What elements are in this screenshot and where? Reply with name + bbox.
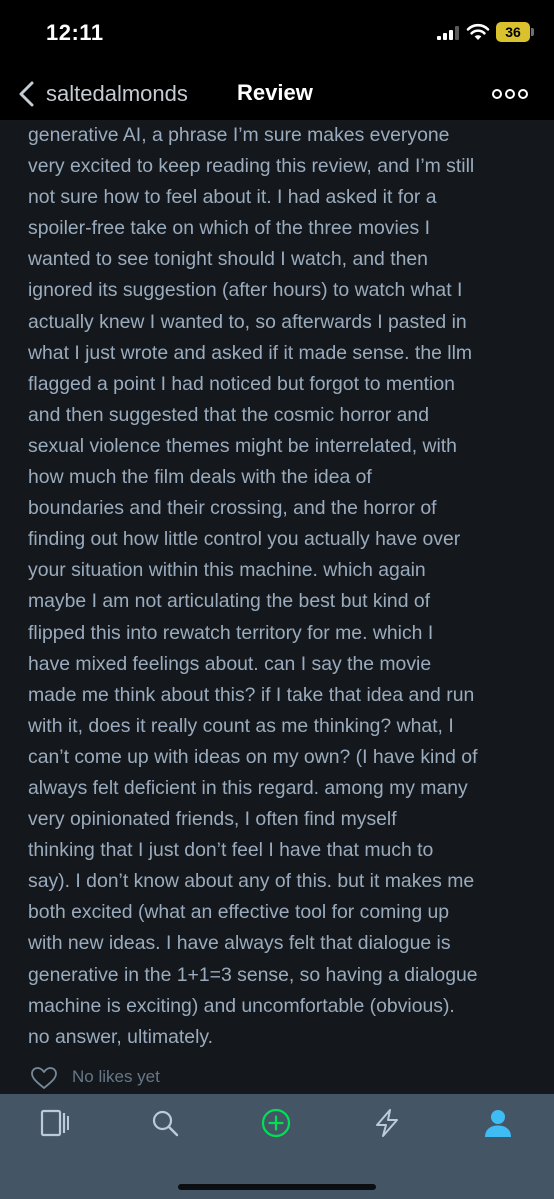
heart-icon[interactable] [30, 1066, 58, 1090]
nav-bar: saltedalmonds Review [0, 68, 554, 120]
review-line: maybe I am not articulating the best but… [28, 590, 431, 613]
activity-icon[interactable] [372, 1108, 402, 1138]
review-line: sexual violence themes might be interrel… [28, 434, 457, 457]
review-line: and then suggested that the cosmic horro… [28, 403, 429, 426]
review-line: thinking that I just don’t feel I have t… [28, 839, 434, 862]
review-line: very excited to keep reading this review… [28, 155, 475, 178]
review-line: made me think about this? if I take that… [28, 683, 475, 706]
review-line: always felt deficient in this regard. am… [28, 776, 468, 799]
review-line: generative in the 1+1=3 sense, so having… [28, 963, 478, 986]
likes-count-label: No likes yet [72, 1067, 160, 1086]
review-text: generative AI, a phrase I’m sure makes e… [28, 120, 538, 1053]
status-time: 12:11 [46, 20, 104, 45]
home-indicator [178, 1184, 376, 1190]
review-line: ignored its suggestion (after hours) to … [28, 279, 463, 302]
battery-tip [531, 28, 534, 36]
back-username-link[interactable]: saltedalmonds [46, 81, 188, 107]
review-line: what I just wrote and asked if it made s… [28, 341, 473, 364]
review-line: your situation within this machine. whic… [28, 559, 426, 582]
add-icon[interactable] [261, 1108, 291, 1138]
search-icon[interactable] [150, 1108, 180, 1138]
review-line: actually knew I wanted to, so afterwards… [28, 310, 467, 333]
review-line: boundaries and their crossing, and the h… [28, 497, 437, 520]
review-line: flipped this into rewatch territory for … [28, 621, 434, 644]
more-options-icon[interactable] [491, 85, 529, 103]
review-line: machine is exciting) and uncomfortable (… [28, 994, 455, 1017]
back-chevron-icon[interactable] [14, 80, 40, 108]
review-line: flagged a point I had noticed but forgot… [28, 372, 455, 395]
review-line: can’t come up with ideas on my own? (I h… [28, 745, 478, 768]
review-line: both excited (what an effective tool for… [28, 901, 450, 924]
films-icon[interactable] [39, 1108, 69, 1138]
page-title: Review [237, 80, 313, 105]
review-line: not sure how to feel about it. I had ask… [28, 186, 437, 209]
review-line: generative AI, a phrase I’m sure makes e… [28, 124, 450, 146]
review-line: finding out how little control you actua… [28, 528, 461, 551]
review-line: very opinionated friends, I often find m… [28, 808, 397, 831]
review-line: how much the film deals with the idea of [28, 466, 372, 489]
review-line: wanted to see tonight should I watch, an… [28, 248, 428, 271]
review-line: with new ideas. I have always felt that … [28, 932, 451, 955]
wifi-icon [466, 23, 490, 40]
profile-icon[interactable] [483, 1108, 513, 1138]
review-line: spoiler-free take on which of the three … [28, 217, 431, 240]
cellular-signal-icon [437, 26, 459, 40]
review-line: have mixed feelings about. can I say the… [28, 652, 432, 675]
review-line: with it, does it really count as me thin… [28, 714, 454, 737]
review-line: say). I don’t know about any of this. bu… [28, 870, 475, 893]
battery-indicator: 36 [496, 22, 530, 42]
review-line: no answer, ultimately. [28, 1025, 214, 1048]
status-bar: 12:11 36 [0, 0, 554, 68]
